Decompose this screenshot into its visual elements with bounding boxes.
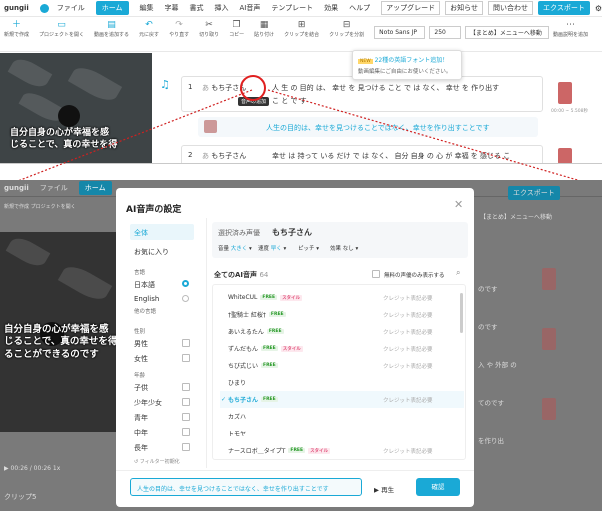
play-icon: ▶ bbox=[374, 486, 379, 494]
clip-label: クリップ5 bbox=[4, 493, 37, 501]
video-time: ▶ 00:26 / 00:26 1x bbox=[4, 465, 61, 472]
voice-item[interactable]: ひまり bbox=[220, 374, 464, 391]
play-button[interactable]: ▶ 再生 bbox=[374, 484, 394, 494]
editor-bottom-screenshot: gungii ファイル ホーム エクスポート 新規で作成 プロジェクトを開く 【… bbox=[0, 180, 602, 511]
filter-favorites[interactable]: お気に入り bbox=[134, 247, 169, 257]
confirm-button[interactable]: 確認 bbox=[416, 478, 460, 496]
lang-heading: 言語 bbox=[134, 270, 146, 276]
voice-item[interactable]: あいえるたん FREE クレジット表記必要 bbox=[220, 323, 464, 340]
voice-item[interactable]: ずんだもん FREE スタイル クレジット表記必要 bbox=[220, 340, 464, 357]
age-heading: 年齢 bbox=[134, 373, 146, 379]
filter-reset[interactable]: ↺ フィルター初期化 bbox=[134, 458, 180, 465]
voice-list: WhiteCUL FREE スタイル クレジット表記必要 †聖騎士 紅桜† FREE クレ… bbox=[212, 284, 466, 460]
voice-count: 全てのAI音声 64 bbox=[214, 271, 269, 279]
lang-en[interactable]: English bbox=[134, 295, 159, 303]
voice-item[interactable]: †聖騎士 紅桜† FREE クレジット表記必要 bbox=[220, 306, 464, 323]
free-only-label[interactable]: 無料の声優のみ表示する bbox=[384, 271, 445, 279]
voice-item[interactable]: カズハ bbox=[220, 408, 464, 425]
bg-right-texts: のです のです入 や 外部 のてのです を作り出 bbox=[478, 285, 517, 445]
voice-item[interactable]: ちび式じい FREE クレジット表記必要 bbox=[220, 357, 464, 374]
age-teen[interactable]: 少年少女 bbox=[134, 398, 162, 408]
sex-female[interactable]: 女性 bbox=[134, 354, 148, 364]
voice-item-selected[interactable]: ✓ もち子さん FREE クレジット表記必要 bbox=[220, 391, 464, 408]
age-child-checkbox[interactable] bbox=[182, 383, 190, 391]
lang-ja[interactable]: 日本語 bbox=[134, 280, 155, 290]
age-young-checkbox[interactable] bbox=[182, 413, 190, 421]
dialog-title: AI音声の設定 bbox=[126, 205, 182, 215]
close-icon[interactable]: ✕ bbox=[454, 198, 463, 211]
sex-male-checkbox[interactable] bbox=[182, 339, 190, 347]
filter-volume[interactable]: 音量 大きく ▾ bbox=[218, 244, 252, 252]
sex-heading: 性別 bbox=[134, 329, 146, 335]
lang-en-radio[interactable] bbox=[182, 295, 189, 302]
age-old[interactable]: 長年 bbox=[134, 443, 148, 453]
ai-voice-dialog: AI音声の設定 ✕ 全体 お気に入り 言語 日本語 English 他の言語 性… bbox=[116, 188, 474, 507]
age-child[interactable]: 子供 bbox=[134, 383, 148, 393]
sex-female-checkbox[interactable] bbox=[182, 354, 190, 362]
lang-ja-radio[interactable] bbox=[182, 280, 189, 287]
scrollbar[interactable] bbox=[460, 293, 463, 333]
voice-item[interactable]: WhiteCUL FREE スタイル クレジット表記必要 bbox=[220, 289, 464, 306]
filter-pitch[interactable]: ピッチ ▾ bbox=[298, 244, 319, 252]
age-teen-checkbox[interactable] bbox=[182, 398, 190, 406]
zoom-connector bbox=[4, 89, 599, 187]
voice-item[interactable]: ナースロボ＿タイプT FREE スタイル クレジット表記必要 bbox=[220, 442, 464, 459]
filter-effect[interactable]: 効果 なし ▾ bbox=[330, 244, 358, 252]
filter-all[interactable]: 全体 bbox=[130, 224, 194, 240]
age-middle[interactable]: 中年 bbox=[134, 428, 148, 438]
lang-other[interactable]: 他の言語 bbox=[134, 307, 156, 315]
export-button-dim: エクスポート bbox=[508, 186, 560, 200]
selected-voice-name: もち子さん bbox=[272, 228, 312, 237]
voice-text-input[interactable]: 人生の目的は、幸せを見つけることではなく、幸せを作り出すことです bbox=[130, 478, 362, 496]
divider bbox=[206, 218, 207, 468]
search-icon[interactable]: ⌕ bbox=[456, 268, 460, 278]
age-middle-checkbox[interactable] bbox=[182, 428, 190, 436]
age-young[interactable]: 青年 bbox=[134, 413, 148, 423]
check-icon: ✓ bbox=[221, 396, 227, 403]
sex-male[interactable]: 男性 bbox=[134, 339, 148, 349]
age-old-checkbox[interactable] bbox=[182, 443, 190, 451]
voice-item[interactable]: トモヤ bbox=[220, 425, 464, 442]
filter-speed[interactable]: 速度 早く ▾ bbox=[258, 244, 286, 252]
selected-voice-box: 選択済み声優 もち子さん 音量 大きく ▾ 速度 早く ▾ ピッチ ▾ 効果 な… bbox=[212, 222, 468, 258]
free-only-checkbox[interactable] bbox=[372, 270, 380, 278]
